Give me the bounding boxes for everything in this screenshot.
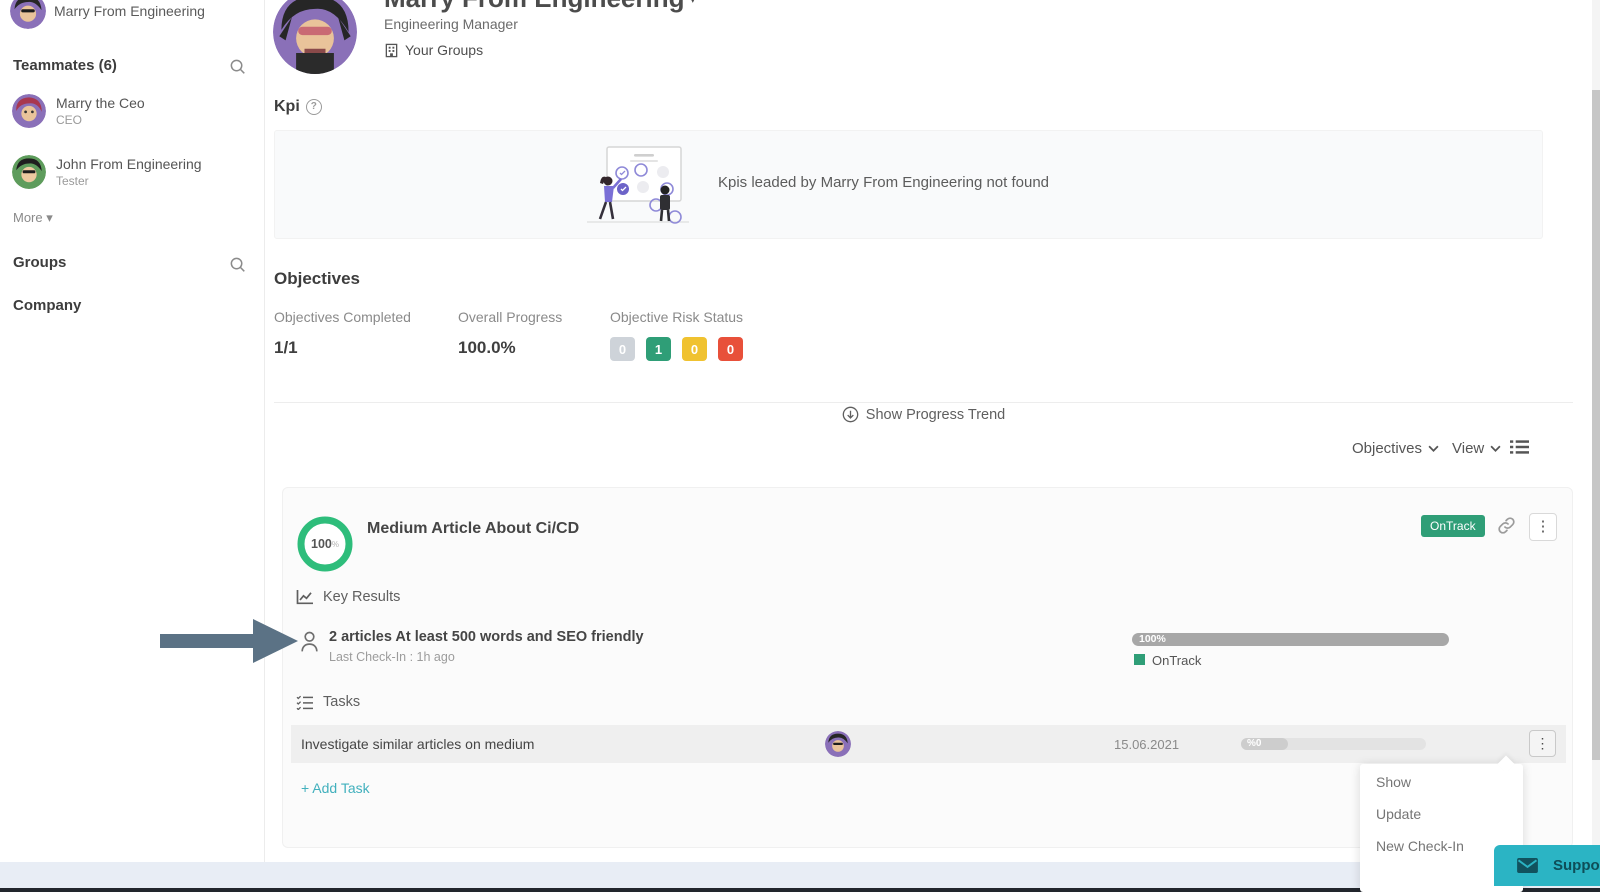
profile-job-title: Engineering Manager	[384, 16, 518, 32]
chevron-down-icon	[1428, 445, 1439, 452]
tasks-label: Tasks	[323, 694, 361, 710]
kpi-heading-row: Kpi?	[274, 98, 322, 116]
current-user-avatar[interactable]	[10, 0, 46, 29]
app-screen: Marry From Engineering Teammates (6) Mar…	[0, 0, 1600, 892]
list-view-icon[interactable]	[1510, 439, 1529, 460]
objectives-heading: Objectives	[274, 269, 360, 288]
key-result-last-checkin: Last Check-In : 1h ago	[329, 650, 455, 664]
context-menu-item-update[interactable]: Update	[1376, 806, 1421, 822]
annotation-arrow-head	[253, 619, 298, 663]
objective-status-badge: OnTrack	[1421, 515, 1485, 537]
groups-search-icon[interactable]	[229, 256, 246, 273]
key-results-label: Key Results	[323, 589, 401, 605]
objective-progress-ring: 100%	[297, 516, 353, 572]
support-button[interactable]: Support	[1494, 845, 1600, 886]
key-result-status-legend: OnTrack	[1152, 653, 1202, 668]
teammate-avatar	[12, 94, 46, 128]
teammate-avatar	[12, 155, 46, 189]
objectives-completed-value: 1/1	[274, 338, 298, 357]
key-result-progress-bar: 100%	[1132, 633, 1449, 646]
support-button-label: Support	[1553, 857, 1600, 874]
task-row[interactable]: Investigate similar articles on medium 1…	[291, 725, 1566, 763]
profile-caret-down-icon: ▾	[689, 0, 697, 7]
tasks-icon	[296, 695, 314, 715]
show-progress-trend-label: Show Progress Trend	[865, 406, 1006, 423]
add-task-button[interactable]: + Add Task	[301, 780, 370, 796]
key-result-owner-icon	[299, 630, 320, 658]
objective-progress-value: 100%	[311, 537, 339, 551]
objective-kebab-menu-button[interactable]: ⋮	[1529, 513, 1557, 541]
teammate-name: Marry the Ceo	[56, 95, 145, 111]
profile-name-dropdown[interactable]: Marry From Engineering ▾	[384, 0, 696, 14]
circle-arrow-down-icon	[842, 406, 859, 423]
your-groups-link[interactable]: Your Groups	[384, 42, 483, 58]
kpi-empty-message: Kpis leaded by Marry From Engineering no…	[718, 174, 1050, 191]
section-divider	[274, 402, 1573, 403]
risk-status-label: Objective Risk Status	[610, 309, 744, 325]
profile-name: Marry From Engineering	[384, 0, 685, 13]
teammates-more-toggle[interactable]: More ▾	[13, 210, 53, 226]
key-results-icon	[296, 589, 314, 610]
objectives-filter-label: Objectives	[1352, 440, 1423, 457]
envelope-icon	[1517, 857, 1538, 874]
view-filter-label: View	[1452, 440, 1485, 457]
risk-badge-ontrack: 1	[646, 337, 671, 361]
kpi-empty-illustration	[579, 141, 697, 234]
key-result-row[interactable]: 2 articles At least 500 words and SEO fr…	[283, 626, 1572, 672]
teammate-role: Tester	[56, 174, 89, 188]
context-menu-item-show[interactable]: Show	[1376, 774, 1411, 790]
kpi-help-icon[interactable]: ?	[305, 99, 322, 115]
teammate-row[interactable]: Marry the Ceo CEO	[12, 94, 252, 138]
sidebar-current-user-name[interactable]: Marry From Engineering	[54, 3, 254, 19]
link-icon[interactable]	[1497, 516, 1516, 540]
kpi-heading: Kpi	[274, 98, 300, 115]
overall-progress-value: 100.0%	[458, 338, 516, 357]
annotation-arrow	[160, 634, 253, 648]
task-assignee-avatar	[825, 731, 851, 757]
building-icon	[385, 43, 398, 57]
view-filter-dropdown[interactable]: View	[1452, 440, 1501, 457]
context-menu-item-new-checkin[interactable]: New Check-In	[1376, 838, 1464, 854]
teammate-row[interactable]: John From Engineering Tester	[12, 155, 252, 199]
sidebar-item-groups[interactable]: Groups	[13, 254, 66, 271]
objectives-filter-dropdown[interactable]: Objectives	[1352, 440, 1439, 457]
risk-badge-atrisk: 0	[682, 337, 707, 361]
task-due-date: 15.06.2021	[1114, 737, 1180, 752]
sidebar: Marry From Engineering Teammates (6) Mar…	[0, 0, 265, 862]
objective-title[interactable]: Medium Article About Ci/CD	[367, 520, 579, 538]
risk-badge-none: 0	[610, 337, 635, 361]
risk-status-badges: 0 1 0 0	[610, 337, 743, 361]
profile-avatar	[273, 0, 357, 74]
teammates-header: Teammates (6)	[13, 57, 117, 74]
show-progress-trend-button[interactable]: Show Progress Trend	[274, 406, 1573, 423]
your-groups-label: Your Groups	[405, 42, 484, 58]
sidebar-item-company[interactable]: Company	[13, 297, 81, 314]
risk-badge-offtrack: 0	[718, 337, 743, 361]
legend-color-swatch	[1134, 654, 1145, 665]
chevron-down-icon	[1490, 445, 1501, 452]
task-kebab-menu-button[interactable]: ⋮	[1529, 730, 1556, 757]
teammate-role: CEO	[56, 113, 83, 127]
scrollbar-thumb[interactable]	[1592, 90, 1600, 760]
teammate-name: John From Engineering	[56, 156, 202, 172]
kpi-empty-panel: Kpis leaded by Marry From Engineering no…	[274, 130, 1543, 239]
task-progress-label: %0	[1241, 738, 1288, 750]
task-title: Investigate similar articles on medium	[301, 736, 535, 752]
avatar-illustration	[10, 0, 46, 29]
objectives-completed-label: Objectives Completed	[274, 309, 411, 325]
teammates-search-icon[interactable]	[229, 58, 246, 75]
key-result-title: 2 articles At least 500 words and SEO fr…	[329, 629, 644, 645]
task-progress-bar: %0	[1241, 738, 1426, 750]
overall-progress-label: Overall Progress	[458, 309, 563, 325]
